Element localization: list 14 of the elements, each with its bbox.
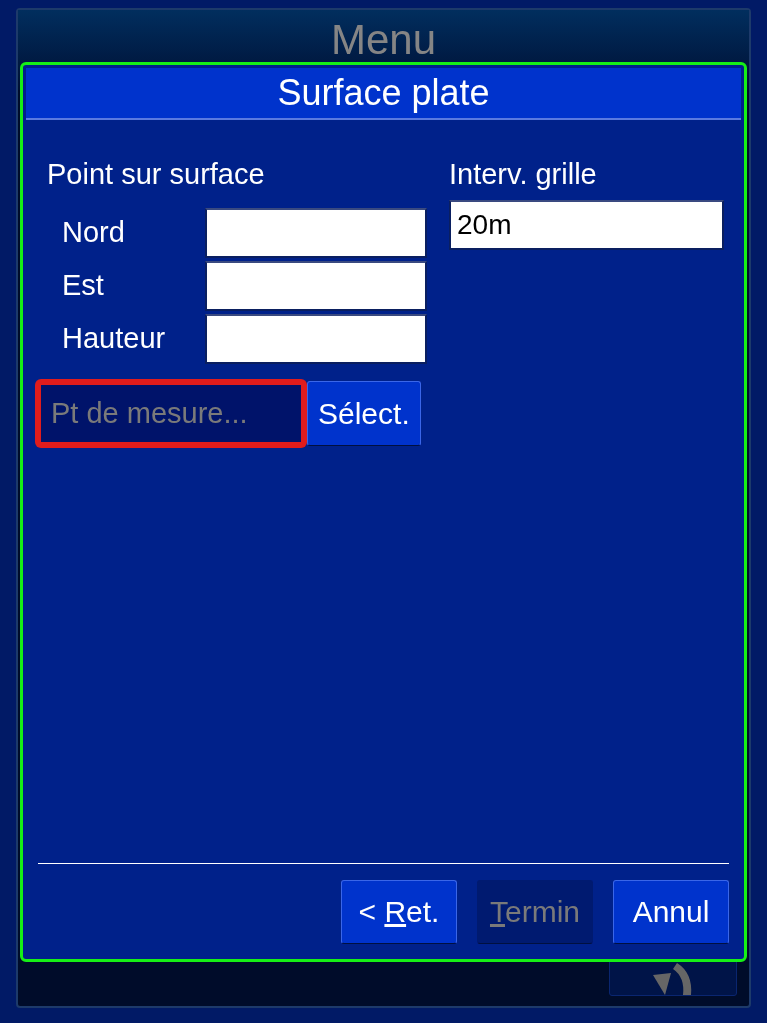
- input-field[interactable]: [205, 207, 427, 258]
- input-field[interactable]: [205, 313, 427, 364]
- dialog-button[interactable]: < Ret.: [341, 880, 457, 944]
- dialog-button[interactable]: Annul: [613, 880, 729, 944]
- section-heading: Point sur surface: [47, 158, 266, 190]
- window-title: Menu: [330, 20, 437, 60]
- field-label: Hauteur: [62, 322, 167, 355]
- field-label: Est: [62, 269, 105, 302]
- input-field[interactable]: [205, 260, 427, 311]
- select-button[interactable]: Sélect.: [307, 381, 421, 446]
- field-label: Nord: [62, 216, 126, 249]
- dialog-title: Surface plate: [26, 68, 741, 120]
- input-field[interactable]: 20m: [449, 200, 724, 250]
- section-heading: Interv. grille: [449, 158, 598, 190]
